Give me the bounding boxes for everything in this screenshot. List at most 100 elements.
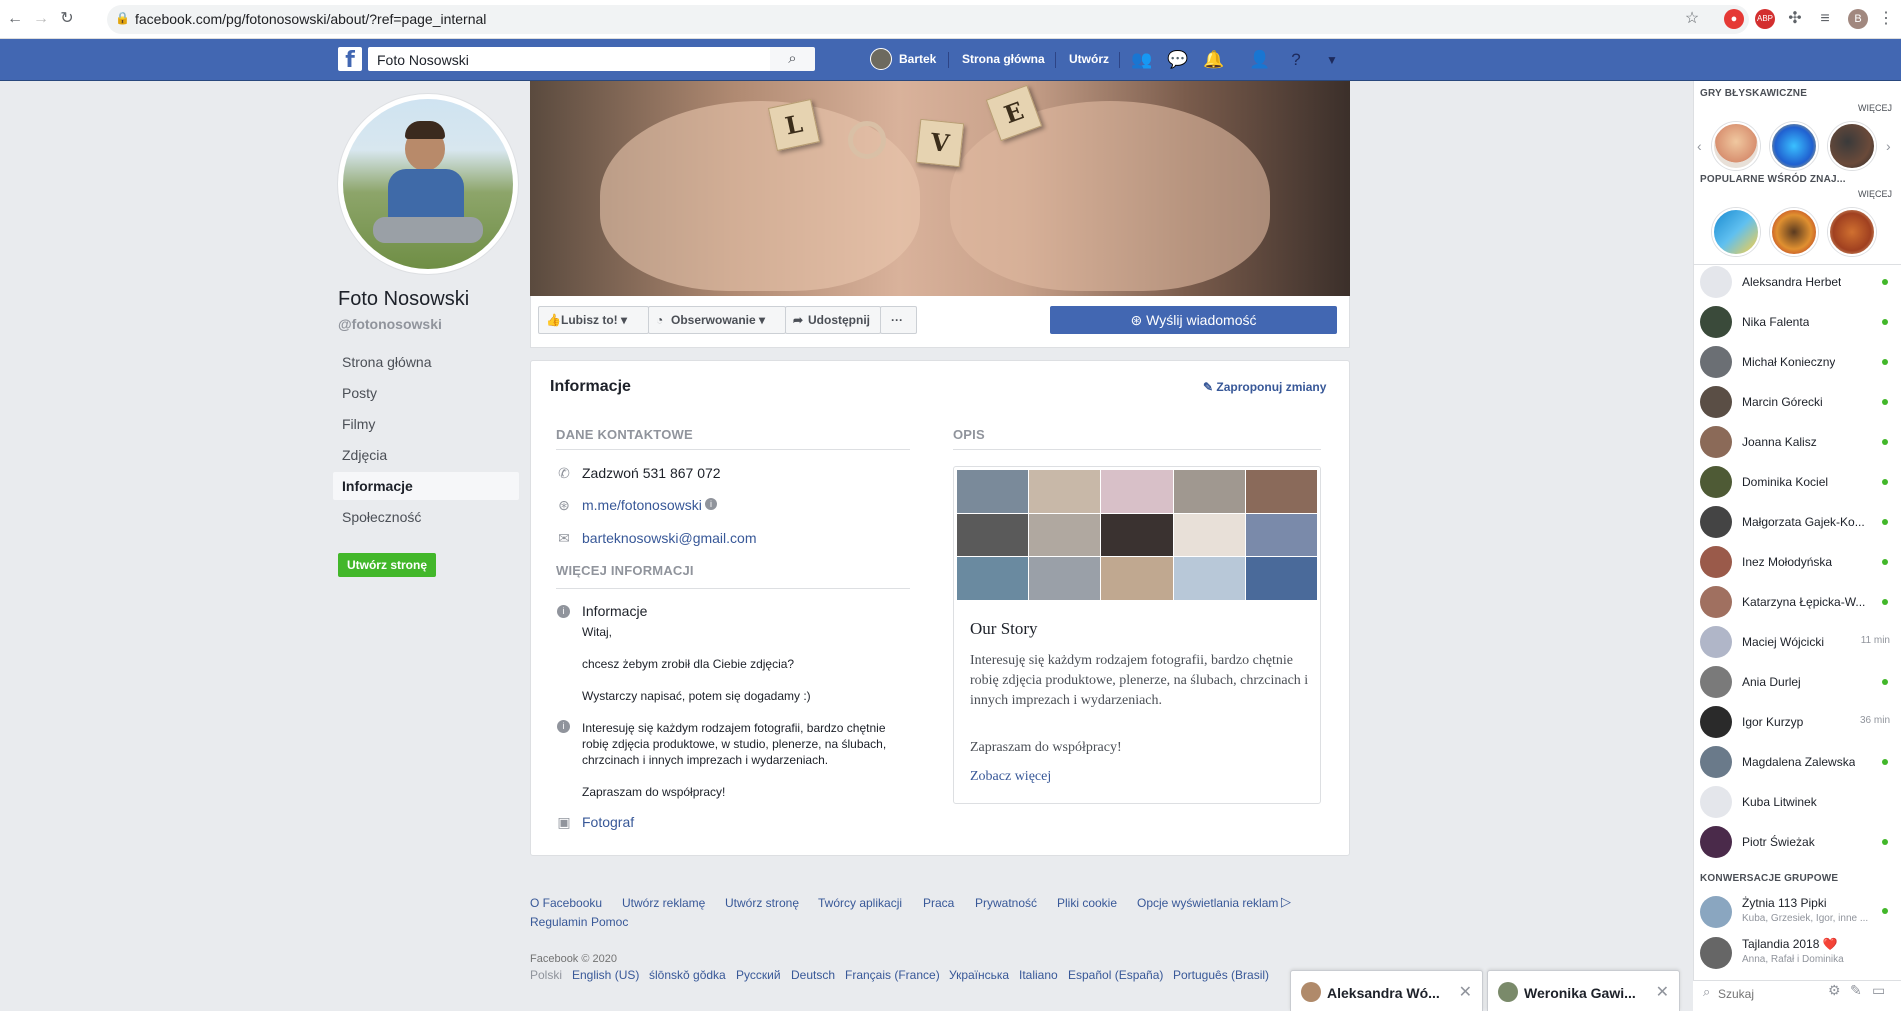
page-nav-videos[interactable]: Filmy <box>333 410 519 438</box>
profile-picture[interactable] <box>338 94 518 274</box>
contact-item[interactable]: Dominika Kociel <box>1700 466 1890 498</box>
notifications-bell-icon[interactable]: 🔔 <box>1203 50 1225 70</box>
category-link[interactable]: Fotograf <box>582 814 634 830</box>
suggest-edits-link[interactable]: ✎ Zaproponuj zmiany <box>1203 380 1326 394</box>
find-friends-icon[interactable]: 👤 <box>1249 50 1271 70</box>
contact-item[interactable]: Michał Konieczny <box>1700 346 1890 378</box>
footer-link[interactable]: Prywatność <box>975 896 1037 910</box>
more-options-button[interactable]: ··· <box>880 306 917 334</box>
contact-item[interactable]: Katarzyna Łępicka-W... <box>1700 586 1890 618</box>
contact-item[interactable]: Magdalena Zalewska <box>1700 746 1890 778</box>
language-link[interactable]: English (US) <box>572 968 639 982</box>
footer-link[interactable]: Utwórz stronę <box>725 896 799 910</box>
search-value[interactable]: Foto Nosowski <box>377 52 469 68</box>
page-nav-posts[interactable]: Posty <box>333 379 519 407</box>
contact-item[interactable]: Igor Kurzyp 36 min <box>1700 706 1890 738</box>
cover-photo[interactable]: L V E <box>530 81 1350 296</box>
back-icon[interactable]: ← <box>5 9 25 29</box>
footer-link[interactable]: O Facebooku <box>530 896 602 910</box>
adchoices-icon[interactable]: ▷ <box>1281 894 1291 910</box>
close-icon[interactable]: ✕ <box>1656 982 1669 1002</box>
contact-item[interactable]: Marcin Górecki <box>1700 386 1890 418</box>
page-nav-about[interactable]: Informacje <box>333 472 519 500</box>
game-thumbnail[interactable] <box>1770 122 1818 170</box>
contact-item[interactable]: Kuba Litwinek <box>1700 786 1890 818</box>
story-title[interactable]: Our Story <box>970 619 1038 639</box>
story-photo-mosaic[interactable] <box>957 470 1317 600</box>
info-icon[interactable]: i <box>705 498 717 510</box>
language-link[interactable]: Español (España) <box>1068 968 1163 982</box>
language-link[interactable]: Português (Brasil) <box>1173 968 1269 982</box>
send-message-button[interactable]: ⊛ Wyślij wiadomość <box>1050 306 1337 334</box>
see-more-link[interactable]: Zobacz więcej <box>970 769 1051 785</box>
contact-item[interactable]: Ania Durlej <box>1700 666 1890 698</box>
game-thumbnail[interactable] <box>1712 122 1760 170</box>
search-icon[interactable]: ⌕ <box>770 47 815 71</box>
messenger-icon[interactable]: 💬 <box>1167 50 1189 70</box>
reload-icon[interactable]: ↻ <box>57 9 77 29</box>
game-thumbnail[interactable] <box>1828 208 1876 256</box>
follow-button[interactable]: ◔ Obserwowanie ▾ <box>648 306 786 334</box>
language-link[interactable]: Українська <box>949 968 1009 982</box>
account-menu-chevron-down-icon[interactable]: ▼ <box>1321 53 1343 67</box>
friend-requests-icon[interactable]: 👥 <box>1131 50 1153 70</box>
contact-item[interactable]: Aleksandra Herbet <box>1700 266 1890 298</box>
language-link[interactable]: ślōnskŏ gŏdka <box>649 968 726 982</box>
close-icon[interactable]: ✕ <box>1459 982 1472 1002</box>
language-link[interactable]: Русский <box>736 968 781 982</box>
bookmark-star-icon[interactable]: ☆ <box>1682 9 1702 29</box>
game-thumbnail[interactable] <box>1712 208 1760 256</box>
group-conversation-item[interactable]: Tajlandia 2018 ❤️ Anna, Rafał i Dominika <box>1700 935 1890 971</box>
url-text[interactable]: facebook.com/pg/fotonosowski/about/?ref=… <box>135 11 486 27</box>
language-link[interactable]: Deutsch <box>791 968 835 982</box>
contact-item[interactable]: Joanna Kalisz <box>1700 426 1890 458</box>
chat-tab[interactable]: Aleksandra Wó... ✕ <box>1290 970 1483 1011</box>
footer-link[interactable]: Opcje wyświetlania reklam <box>1137 896 1278 910</box>
footer-link[interactable]: Regulamin <box>530 915 587 929</box>
phone-number[interactable]: Zadzwoń 531 867 072 <box>582 465 721 481</box>
email-link[interactable]: barteknosowski@gmail.com <box>582 530 757 546</box>
profile-avatar[interactable]: B <box>1848 9 1868 29</box>
create-page-button[interactable]: Utwórz stronę <box>338 553 436 577</box>
facebook-logo-icon[interactable]: f <box>338 47 362 71</box>
chat-tab[interactable]: Weronika Gawi... ✕ <box>1487 970 1680 1011</box>
footer-link[interactable]: Utwórz reklamę <box>622 896 705 910</box>
like-button[interactable]: 👍 Lubisz to! ▾ <box>538 306 649 334</box>
footer-link[interactable]: Praca <box>923 896 954 910</box>
footer-link[interactable]: Twórcy aplikacji <box>818 896 902 910</box>
share-button[interactable]: ➦ Udostępnij <box>785 306 881 334</box>
language-link[interactable]: Italiano <box>1019 968 1058 982</box>
menu-kebab-icon[interactable]: ⋮ <box>1876 9 1896 29</box>
footer-link[interactable]: Pliki cookie <box>1057 896 1117 910</box>
extensions-puzzle-icon[interactable]: ✣ <box>1785 9 1805 29</box>
contact-item[interactable]: Piotr Świeżak <box>1700 826 1890 858</box>
forward-icon[interactable]: → <box>31 9 51 29</box>
nav-home-link[interactable]: Strona główna <box>962 52 1045 66</box>
help-icon[interactable]: ? <box>1285 50 1307 70</box>
chevron-left-icon[interactable]: ‹ <box>1697 138 1702 154</box>
contact-item[interactable]: Nika Falenta <box>1700 306 1890 338</box>
nav-profile-link[interactable]: Bartek <box>899 52 936 66</box>
settings-gear-icon[interactable]: ⚙ <box>1828 982 1841 999</box>
messenger-link[interactable]: m.me/fotonosowski <box>582 497 702 513</box>
contact-item[interactable]: Małgorzata Gajek-Ko... <box>1700 506 1890 538</box>
nav-create-link[interactable]: Utwórz <box>1069 52 1109 66</box>
media-queue-icon[interactable]: ≡ <box>1815 9 1835 29</box>
see-more-popular-link[interactable]: WIĘCEJ <box>1858 189 1892 199</box>
group-conversation-item[interactable]: Żytnia 113 Pipki Kuba, Grzesiek, Igor, i… <box>1700 894 1890 930</box>
page-nav-home[interactable]: Strona główna <box>333 348 519 376</box>
footer-link[interactable]: Pomoc <box>591 915 628 929</box>
page-nav-photos[interactable]: Zdjęcia <box>333 441 519 469</box>
language-link[interactable]: Français (France) <box>845 968 940 982</box>
chat-search-input[interactable] <box>1718 984 1818 1004</box>
see-more-games-link[interactable]: WIĘCEJ <box>1858 103 1892 113</box>
extension-abp-icon[interactable]: ABP <box>1755 9 1775 29</box>
avatar[interactable] <box>870 48 892 70</box>
contact-item[interactable]: Inez Mołodyńska <box>1700 546 1890 578</box>
game-thumbnail[interactable] <box>1828 122 1876 170</box>
sidebar-toggle-icon[interactable]: ▭ <box>1872 982 1885 999</box>
extension-adblock-icon[interactable]: ● <box>1724 9 1744 29</box>
new-message-icon[interactable]: ✎ <box>1850 982 1862 999</box>
page-nav-community[interactable]: Społeczność <box>333 503 519 531</box>
page-handle[interactable]: @fotonosowski <box>338 316 442 332</box>
